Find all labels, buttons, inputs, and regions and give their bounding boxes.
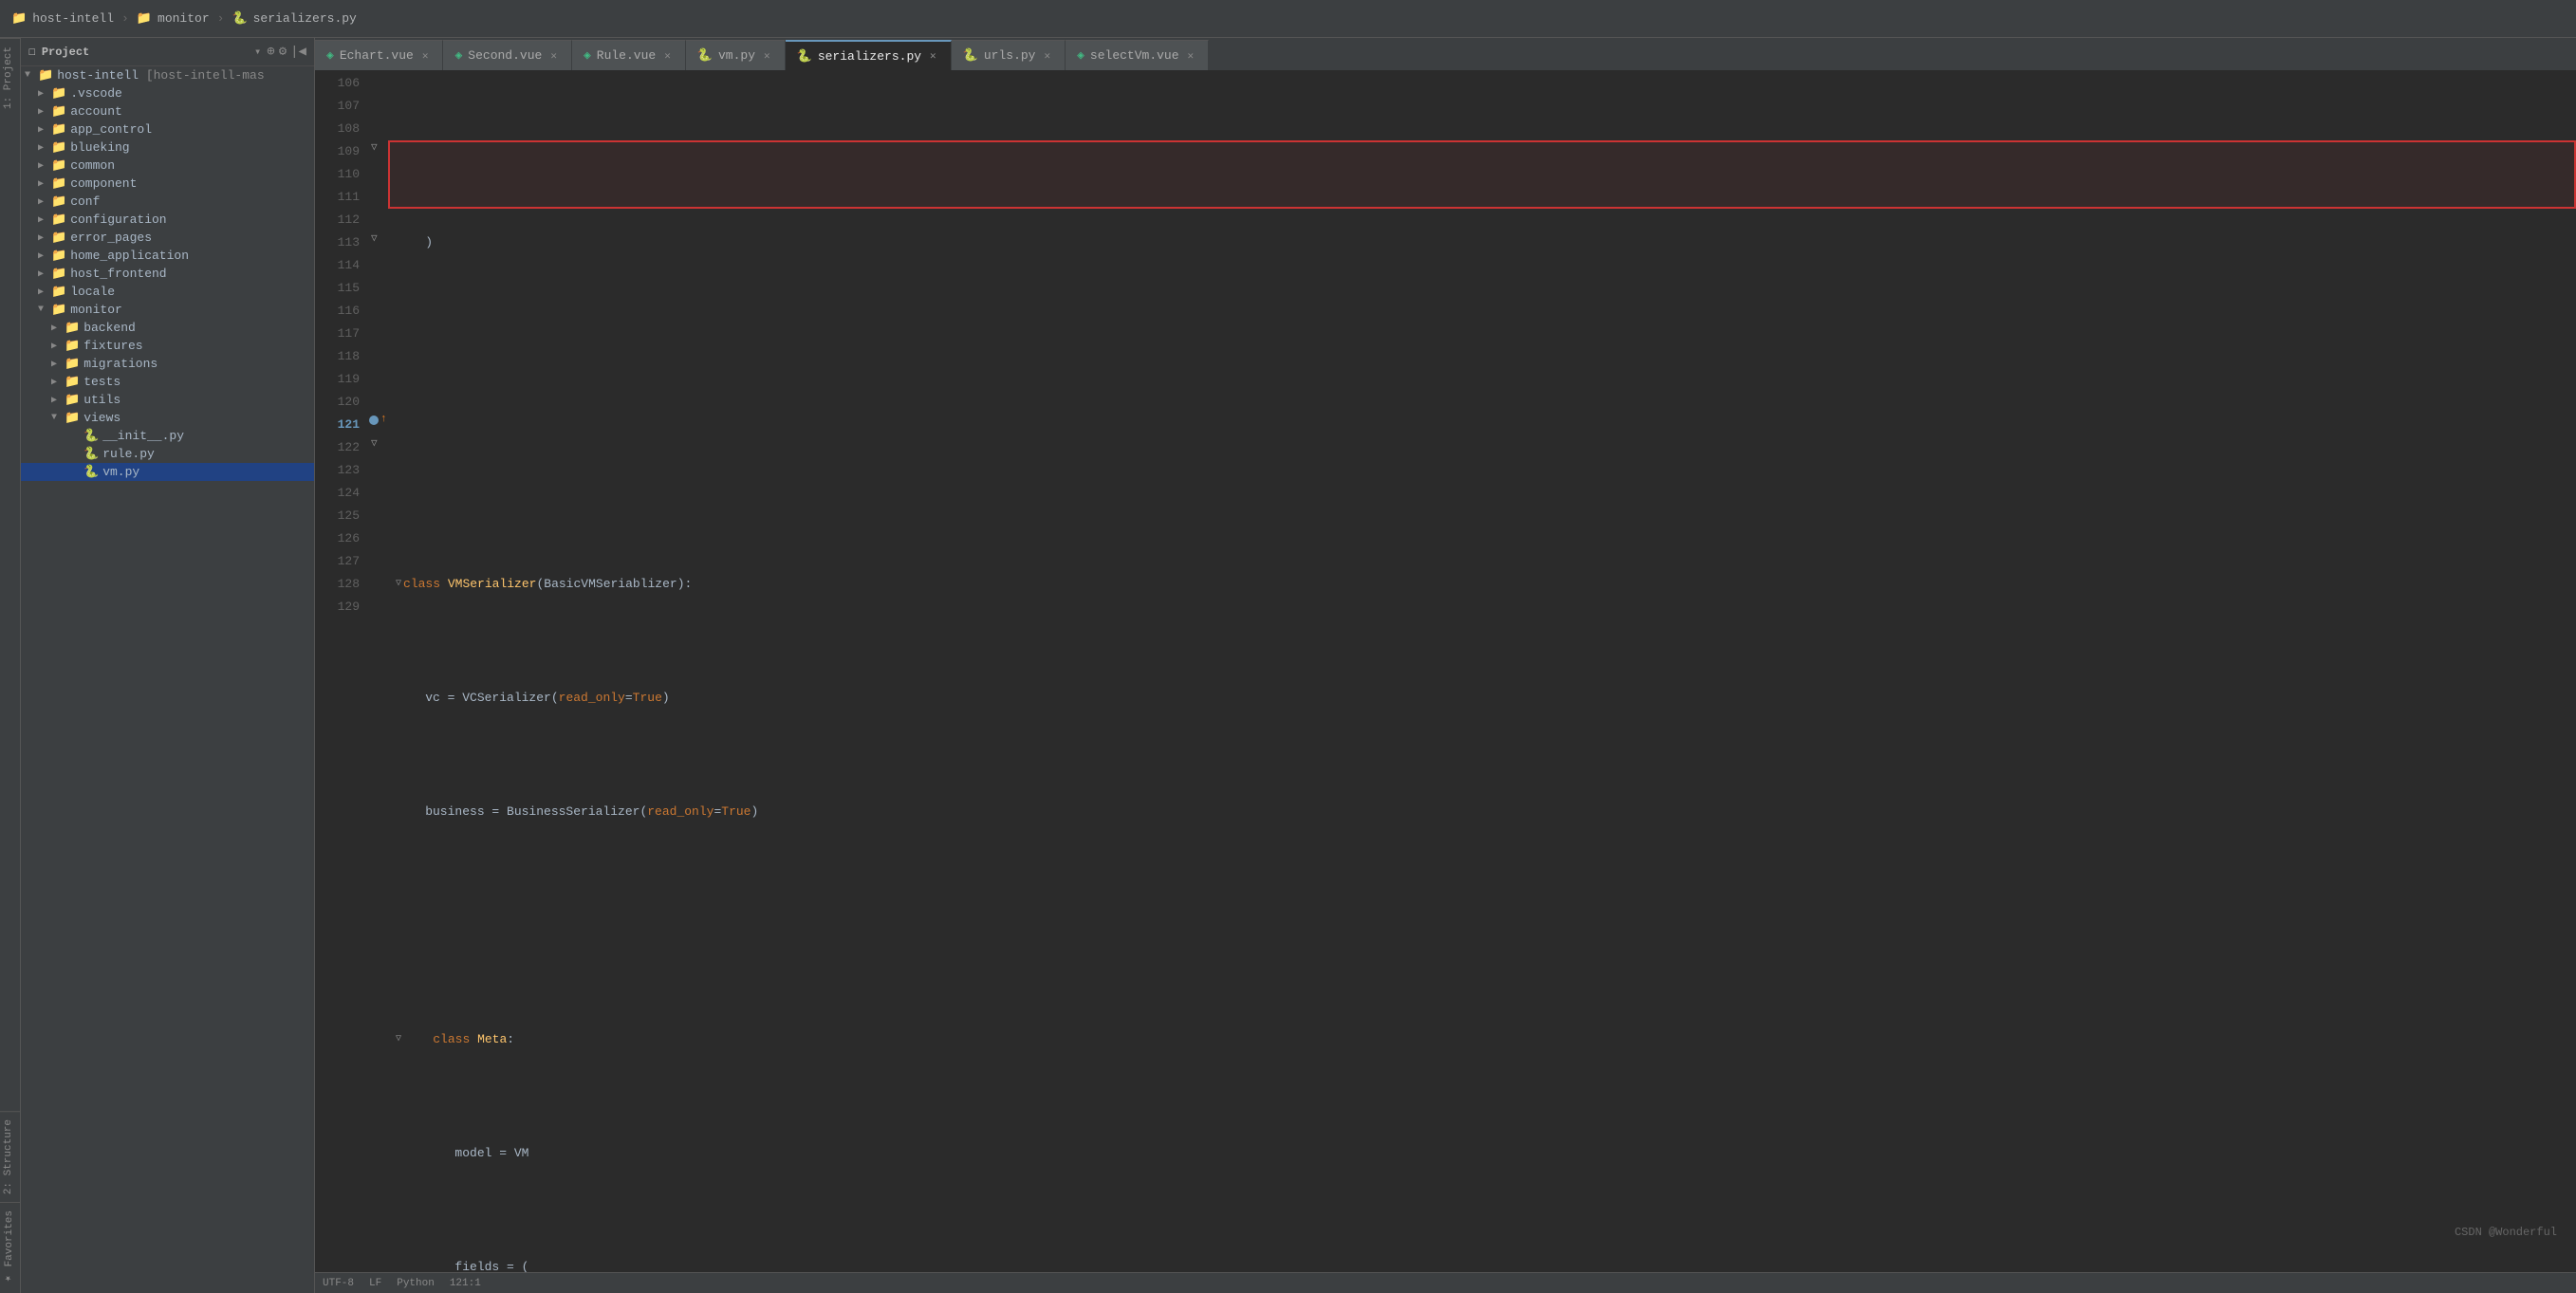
tree-item-common[interactable]: ▶ 📁 common xyxy=(21,157,314,175)
tree-item-locale[interactable]: ▶ 📁 locale xyxy=(21,283,314,301)
left-tabs: 1: Project 2: Structure ★ Favorites xyxy=(0,38,21,1293)
code-line-114: model = VM xyxy=(388,1142,2576,1165)
vue-icon: ◈ xyxy=(326,48,334,63)
left-tab-project[interactable]: 1: Project xyxy=(0,38,20,117)
tree-item-blueking[interactable]: ▶ 📁 blueking xyxy=(21,139,314,157)
tab-second-vue[interactable]: ◈ Second.vue ✕ xyxy=(443,40,571,70)
title-host-intell[interactable]: host-intell xyxy=(32,11,114,26)
tree-item-vscode[interactable]: ▶ 📁 .vscode xyxy=(21,84,314,102)
code-line-115: fields = ( xyxy=(388,1256,2576,1272)
file-tree-header: ☐ Project ▾ ⊕ ⚙ |◀ xyxy=(21,38,314,66)
file-tree-panel: ☐ Project ▾ ⊕ ⚙ |◀ ▼ 📁 host-intell [host… xyxy=(21,38,315,1293)
tab-close-echart[interactable]: ✕ xyxy=(419,48,432,64)
tab-close-second[interactable]: ✕ xyxy=(547,48,560,64)
header-icons: ⊕ ⚙ |◀ xyxy=(267,44,306,60)
left-tab-favorites[interactable]: ★ Favorites xyxy=(0,1202,20,1293)
tab-close-select-vm[interactable]: ✕ xyxy=(1185,48,1197,64)
tree-item-configuration[interactable]: ▶ 📁 configuration xyxy=(21,211,314,229)
tab-urls-py[interactable]: 🐍 urls.py ✕ xyxy=(952,40,1066,70)
header-dropdown-icon[interactable]: ▾ xyxy=(254,45,261,59)
tab-close-serializers[interactable]: ✕ xyxy=(927,48,939,64)
py-icon1: 🐍 xyxy=(697,48,713,63)
py-icon2: 🐍 xyxy=(797,49,812,64)
tab-close-vm-py[interactable]: ✕ xyxy=(761,48,773,64)
code-line-111: business = BusinessSerializer(read_only=… xyxy=(388,801,2576,823)
code-editor[interactable]: 106 107 108 109 110 111 112 113 114 115 … xyxy=(315,72,2576,1272)
tree-root[interactable]: ▼ 📁 host-intell [host-intell-mas xyxy=(21,66,314,84)
tree-item-migrations[interactable]: ▶ 📁 migrations xyxy=(21,355,314,373)
cursor-position: 121:1 xyxy=(450,1278,481,1289)
py-icon3: 🐍 xyxy=(963,48,978,63)
tree-item-app-control[interactable]: ▶ 📁 app_control xyxy=(21,120,314,139)
code-line-107 xyxy=(388,345,2576,368)
code-content[interactable]: ) ▽class VMSerializer(BasicVMSeriablizer… xyxy=(388,72,2576,1272)
code-line-108 xyxy=(388,459,2576,482)
vue-icon4: ◈ xyxy=(1077,48,1084,63)
tree-item-utils[interactable]: ▶ 📁 utils xyxy=(21,391,314,409)
tree-item-account[interactable]: ▶ 📁 account xyxy=(21,102,314,120)
project-label: ☐ xyxy=(28,45,36,59)
tree-item-tests[interactable]: ▶ 📁 tests xyxy=(21,373,314,391)
vue-icon2: ◈ xyxy=(454,48,462,63)
code-line-109: ▽class VMSerializer(BasicVMSeriablizer): xyxy=(388,573,2576,596)
title-monitor[interactable]: monitor xyxy=(158,11,210,26)
title-folder-icon2: 📁 xyxy=(137,11,152,26)
tree-item-fixtures[interactable]: ▶ 📁 fixtures xyxy=(21,337,314,355)
vue-icon3: ◈ xyxy=(584,48,591,63)
tab-close-urls[interactable]: ✕ xyxy=(1041,48,1053,64)
line-ending-status: LF xyxy=(369,1278,381,1289)
encoding-status: UTF-8 xyxy=(323,1278,354,1289)
language-status: Python xyxy=(397,1278,435,1289)
main-layout: 1: Project 2: Structure ★ Favorites ☐ Pr… xyxy=(0,38,2576,1293)
status-bar: UTF-8 LF Python 121:1 xyxy=(315,1272,2576,1293)
tab-bar: ◈ Echart.vue ✕ ◈ Second.vue ✕ ◈ Rule.vue… xyxy=(315,38,2576,72)
settings-icon[interactable]: ⚙ xyxy=(279,44,287,60)
tab-select-vm-vue[interactable]: ◈ selectVm.vue ✕ xyxy=(1066,40,1209,70)
tree-item-rule-py[interactable]: 🐍 rule.py xyxy=(21,445,314,463)
tree-item-monitor[interactable]: ▼ 📁 monitor xyxy=(21,301,314,319)
tree-item-backend[interactable]: ▶ 📁 backend xyxy=(21,319,314,337)
tree-item-vm-py[interactable]: 🐍 vm.py xyxy=(21,463,314,481)
tab-rule-vue[interactable]: ◈ Rule.vue ✕ xyxy=(572,40,686,70)
tab-vm-py[interactable]: 🐍 vm.py ✕ xyxy=(686,40,786,70)
tab-close-rule-vue[interactable]: ✕ xyxy=(661,48,674,64)
project-title: Project xyxy=(42,46,249,59)
collapse-icon[interactable]: |◀ xyxy=(290,44,306,60)
tree-item-init-py[interactable]: 🐍 __init__.py xyxy=(21,427,314,445)
tree-item-views[interactable]: ▼ 📁 views xyxy=(21,409,314,427)
tree-item-conf[interactable]: ▶ 📁 conf xyxy=(21,193,314,211)
line-numbers: 106 107 108 109 110 111 112 113 114 115 … xyxy=(315,72,367,1272)
gutter-indicators: ▽ ▽ ↑ ▽ xyxy=(367,72,388,1272)
tree-item-home-application[interactable]: ▶ 📁 home_application xyxy=(21,247,314,265)
title-file-icon: 🐍 xyxy=(232,11,247,26)
tree-item-error-pages[interactable]: ▶ 📁 error_pages xyxy=(21,229,314,247)
code-line-106: ) xyxy=(388,231,2576,254)
sync-icon[interactable]: ⊕ xyxy=(267,44,274,60)
code-line-110: vc = VCSerializer(read_only=True) xyxy=(388,687,2576,710)
file-tree-body: ▼ 📁 host-intell [host-intell-mas ▶ 📁 .vs… xyxy=(21,66,314,1293)
code-line-112 xyxy=(388,914,2576,937)
tab-echart-vue[interactable]: ◈ Echart.vue ✕ xyxy=(315,40,443,70)
tree-item-host-frontend[interactable]: ▶ 📁 host_frontend xyxy=(21,265,314,283)
watermark: CSDN @Wonderful xyxy=(2455,1221,2557,1244)
title-bar: 📁 host-intell › 📁 monitor › 🐍 serializer… xyxy=(0,0,2576,38)
tree-item-component[interactable]: ▶ 📁 component xyxy=(21,175,314,193)
title-folder-icon: 📁 xyxy=(11,11,27,26)
title-serializers[interactable]: serializers.py xyxy=(253,11,357,26)
editor-area: ◈ Echart.vue ✕ ◈ Second.vue ✕ ◈ Rule.vue… xyxy=(315,38,2576,1293)
code-line-113: ▽ class Meta: xyxy=(388,1028,2576,1051)
tab-serializers-py[interactable]: 🐍 serializers.py ✕ xyxy=(786,40,952,70)
left-tab-structure[interactable]: 2: Structure xyxy=(0,1111,20,1202)
